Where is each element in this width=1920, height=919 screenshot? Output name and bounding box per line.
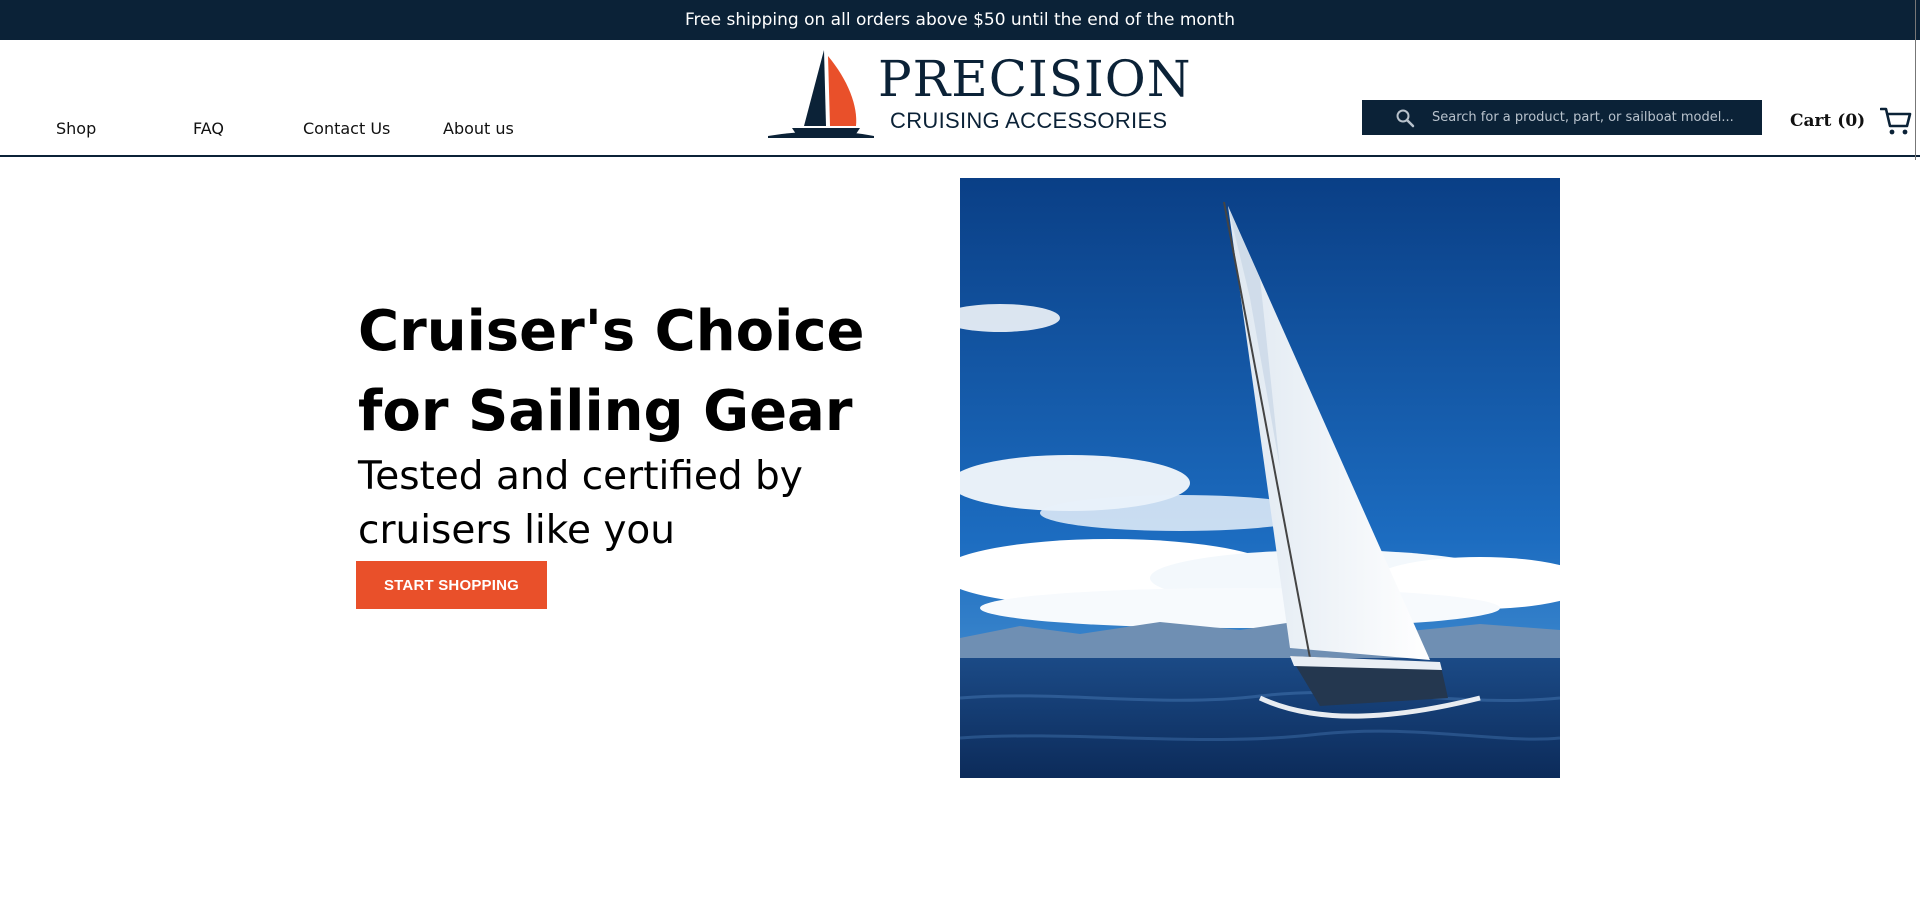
cart-label: Cart (0)	[1790, 111, 1866, 131]
cart-button[interactable]: Cart (0)	[1790, 106, 1912, 136]
brand-logo[interactable]: PRECISION CRUISING ACCESSORIES	[764, 46, 1191, 138]
sailboat-logo-icon	[768, 50, 874, 138]
hero-title: Cruiser's Choice for Sailing Gear	[358, 299, 865, 444]
cart-icon[interactable]	[1880, 106, 1912, 136]
announcement-bar: Free shipping on all orders above $50 un…	[0, 0, 1920, 40]
search-icon[interactable]	[1395, 108, 1415, 128]
search-input[interactable]	[1430, 109, 1750, 126]
site-header: Shop FAQ Contact Us About us PRECISION C…	[0, 40, 1920, 157]
hero-sailboat-image	[960, 178, 1560, 778]
nav-contact-us[interactable]: Contact Us	[303, 119, 390, 138]
search-bar[interactable]	[1362, 100, 1762, 135]
nav-shop[interactable]: Shop	[56, 119, 96, 138]
announcement-text: Free shipping on all orders above $50 un…	[685, 10, 1235, 30]
nav-about-us[interactable]: About us	[443, 119, 514, 138]
nav-faq[interactable]: FAQ	[193, 119, 224, 138]
logo-title: PRECISION	[878, 50, 1192, 108]
hero-subtitle: Tested and certified by cruisers like yo…	[358, 454, 803, 553]
start-shopping-button[interactable]: START SHOPPING	[356, 561, 547, 609]
scrollbar[interactable]	[1915, 0, 1916, 160]
logo-subtitle: CRUISING ACCESSORIES	[890, 108, 1168, 133]
